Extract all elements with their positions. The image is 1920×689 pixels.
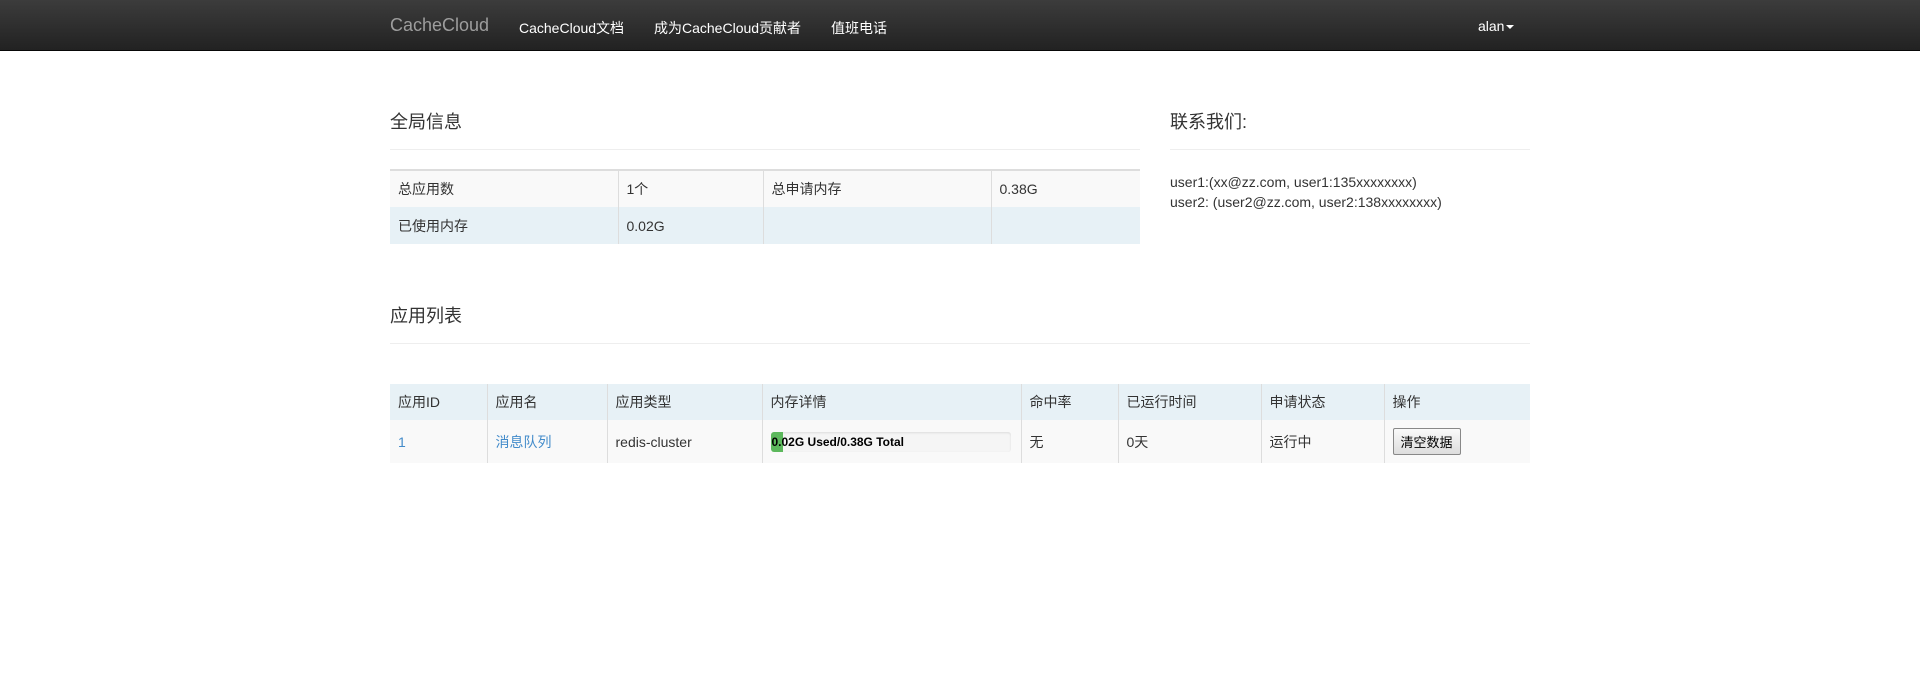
contact-line: user1:(xx@zz.com, user1:135xxxxxxxx) bbox=[1170, 174, 1417, 190]
header-uptime: 已运行时间 bbox=[1117, 384, 1261, 420]
global-info-title: 全局信息 bbox=[390, 112, 462, 132]
header-hit-rate: 命中率 bbox=[1020, 384, 1118, 420]
user-name: alan bbox=[1478, 18, 1505, 34]
empty-cell bbox=[762, 207, 991, 244]
caret-down-icon bbox=[1506, 25, 1515, 30]
app-list-divider bbox=[390, 343, 1530, 344]
contact-title: 联系我们: bbox=[1170, 112, 1248, 132]
user-menu[interactable]: alan bbox=[1478, 18, 1515, 34]
global-info-divider bbox=[390, 149, 1140, 150]
table-row: 已使用内存 0.02G bbox=[390, 207, 1140, 244]
label-used-memory: 已使用内存 bbox=[390, 207, 618, 244]
contact-divider bbox=[1170, 149, 1530, 150]
contact-info: user1:(xx@zz.com, user1:135xxxxxxxx) use… bbox=[1170, 172, 1442, 212]
nav-contributor-link[interactable]: 成为CacheCloud贡献者 bbox=[654, 18, 801, 38]
value-total-apps: 1个 bbox=[617, 169, 763, 207]
app-list-title: 应用列表 bbox=[390, 306, 462, 326]
app-name-link[interactable]: 消息队列 bbox=[496, 434, 552, 450]
app-type: redis-cluster bbox=[606, 420, 762, 463]
header-app-name: 应用名 bbox=[486, 384, 607, 420]
header-status: 申请状态 bbox=[1260, 384, 1384, 420]
top-navbar: CacheCloud CacheCloud文档 成为CacheCloud贡献者 … bbox=[0, 0, 1920, 51]
brand-link[interactable]: CacheCloud bbox=[390, 15, 489, 36]
label-total-apps: 总应用数 bbox=[390, 169, 618, 207]
table-row: 总应用数 1个 总申请内存 0.38G bbox=[390, 169, 1140, 207]
value-used-memory: 0.02G bbox=[617, 207, 763, 244]
app-id-link[interactable]: 1 bbox=[398, 434, 406, 450]
table-header-row: 应用ID 应用名 应用类型 内存详情 命中率 已运行时间 申请状态 操作 bbox=[390, 384, 1530, 420]
empty-cell bbox=[990, 207, 1140, 244]
table-row: 1 消息队列 redis-cluster 0.02G Used/0.38G To… bbox=[390, 420, 1530, 463]
header-action: 操作 bbox=[1383, 384, 1530, 420]
value-total-requested-memory: 0.38G bbox=[990, 169, 1140, 207]
global-info-table: 总应用数 1个 总申请内存 0.38G 已使用内存 0.02G bbox=[390, 169, 1140, 244]
clear-data-button[interactable]: 清空数据 bbox=[1392, 428, 1461, 455]
contact-line: user2: (user2@zz.com, user2:138xxxxxxxx) bbox=[1170, 194, 1442, 210]
action-cell: 清空数据 bbox=[1383, 420, 1530, 463]
nav-oncall-link[interactable]: 值班电话 bbox=[831, 18, 887, 38]
nav-docs-link[interactable]: CacheCloud文档 bbox=[519, 18, 624, 38]
memory-progress: 0.02G Used/0.38G Total bbox=[770, 431, 1011, 452]
label-total-requested-memory: 总申请内存 bbox=[762, 169, 991, 207]
hit-rate: 无 bbox=[1020, 420, 1118, 463]
uptime: 0天 bbox=[1117, 420, 1261, 463]
app-list-table: 应用ID 应用名 应用类型 内存详情 命中率 已运行时间 申请状态 操作 1 消… bbox=[390, 384, 1530, 463]
app-status: 运行中 bbox=[1260, 420, 1384, 463]
header-memory-detail: 内存详情 bbox=[761, 384, 1021, 420]
memory-cell: 0.02G Used/0.38G Total bbox=[761, 420, 1021, 463]
header-app-type: 应用类型 bbox=[606, 384, 762, 420]
memory-progress-text: 0.02G Used/0.38G Total bbox=[771, 434, 905, 449]
header-app-id: 应用ID bbox=[390, 384, 487, 420]
